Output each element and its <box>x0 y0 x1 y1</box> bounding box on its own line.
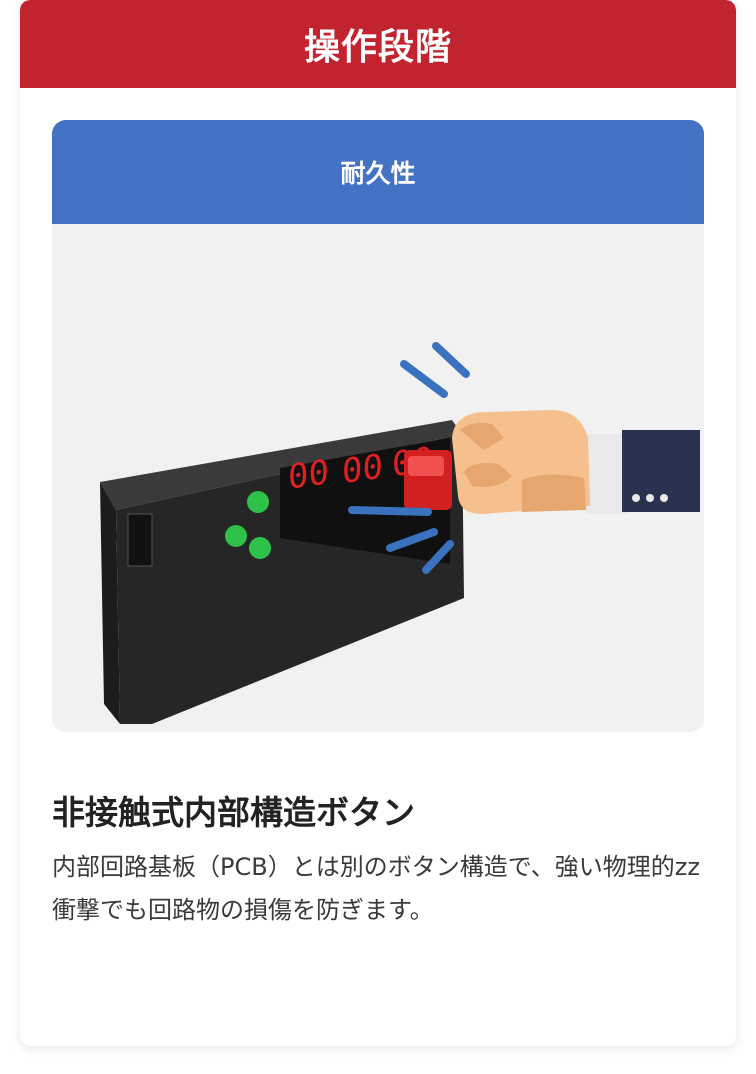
feature-title: 非接触式内部構造ボタン <box>52 793 415 832</box>
fist-press-icon <box>452 410 700 514</box>
card-header: 操作段階 <box>20 0 736 88</box>
display-digits-1: 00 <box>288 452 329 498</box>
display-digits-2: 00 <box>342 447 383 493</box>
illustration: 00 00 00 <box>100 342 700 724</box>
feature-card: 操作段階 耐久性 00 00 00 <box>20 0 736 1046</box>
feature-description: 内部回路基板（PCB）とは別のボタン構造で、強い物理的zz衝撃でも回路物の損傷を… <box>52 853 700 924</box>
panel-header: 耐久性 <box>52 120 704 224</box>
display-unit-icon: 00 00 00 <box>100 420 464 724</box>
feature-panel: 耐久性 00 00 00 <box>52 120 704 732</box>
